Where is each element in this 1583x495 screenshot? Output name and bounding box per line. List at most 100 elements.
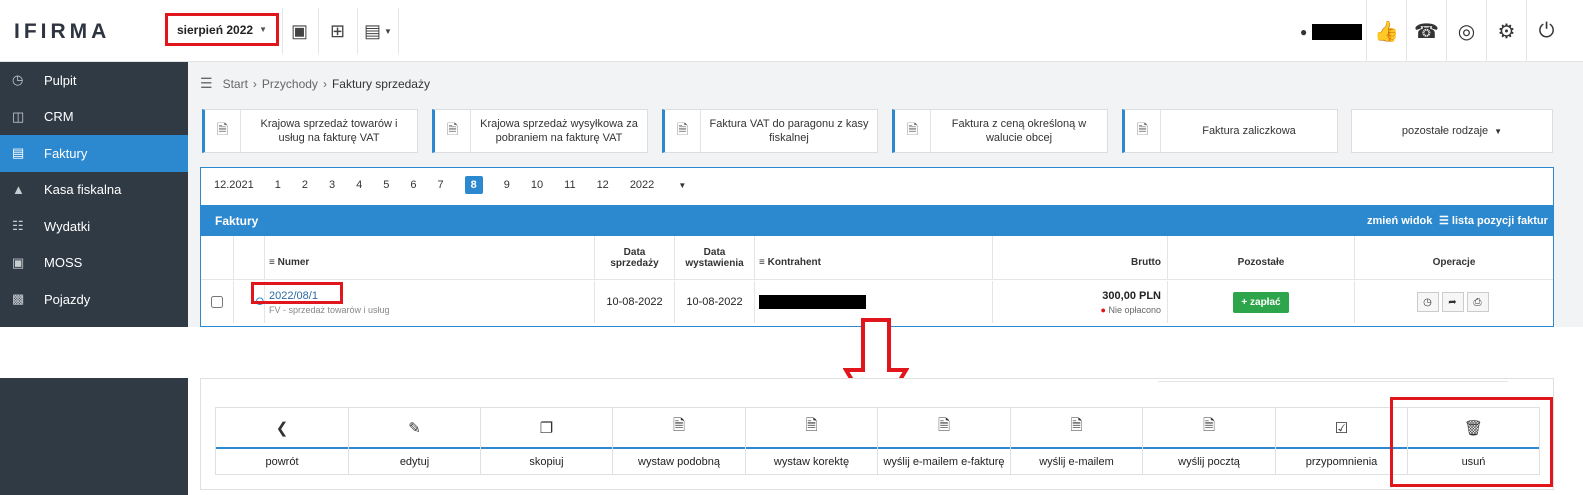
month-filter-item[interactable]: 3	[329, 179, 335, 191]
sidebar-lower-fragment	[0, 378, 188, 495]
sidebar-item-crm[interactable]: ◫ CRM	[0, 99, 188, 136]
month-filter-item[interactable]: 6	[410, 179, 416, 191]
change-view-link[interactable]: zmień widok	[1367, 215, 1432, 227]
month-filter-item[interactable]: 1	[275, 179, 281, 191]
header-data-wystawienia[interactable]: Data wystawienia	[675, 236, 755, 280]
breadcrumb-start[interactable]: Start	[223, 77, 248, 91]
sidebar-item-label: Pulpit	[44, 72, 77, 88]
doc-type-krajowa-sprzedaz[interactable]: 🗎 Krajowa sprzedaż towarów i usług na fa…	[202, 109, 418, 153]
doc-type-sprzedaz-wysylkowa[interactable]: 🗎 Krajowa sprzedaż wysyłkowa za pobranie…	[432, 109, 648, 153]
caret-down-icon: ▼	[1494, 126, 1503, 136]
ifirma-logo[interactable]: IFIRMA	[14, 20, 110, 44]
header-pozostale: Pozostałe	[1168, 236, 1355, 280]
dashboard-icon: ◷	[12, 72, 24, 88]
user-menu[interactable]: ●	[1300, 24, 1363, 40]
edit-icon: ✎	[349, 408, 480, 449]
sidebar-item-moss[interactable]: ▣ MOSS	[0, 245, 188, 282]
row-checkbox[interactable]	[211, 296, 223, 308]
item-list-label: lista pozycji faktur	[1451, 215, 1548, 227]
doc-type-faktura-zaliczkowa[interactable]: 🗎 Faktura zaliczkowa	[1122, 109, 1338, 153]
doc-type-waluta-obca[interactable]: 🗎 Faktura z ceną określoną w walucie obc…	[892, 109, 1108, 153]
redacted-contractor	[759, 295, 866, 309]
new-document-icon: 🗎	[435, 110, 471, 152]
breadcrumb-przychody[interactable]: Przychody	[262, 77, 318, 91]
action-label: edytuj	[399, 455, 430, 468]
month-selector-label: sierpień 2022	[177, 22, 254, 37]
month-filter-item[interactable]: 12.2021	[214, 179, 254, 191]
year-dropdown[interactable]: 2022 ▼	[630, 179, 707, 191]
logo-text: IFIRMA	[14, 20, 111, 43]
calculator-button[interactable]: ▣	[282, 8, 316, 54]
thumbs-up-button[interactable]: 👍	[1366, 0, 1406, 62]
lifebuoy-icon: ◎	[1457, 20, 1476, 43]
header-brutto: Brutto	[993, 236, 1168, 280]
row-kontrahent	[755, 281, 993, 323]
invoice-icon: ▤	[12, 145, 25, 161]
payment-status: ● Nie opłacono	[1101, 305, 1161, 315]
back-action[interactable]: ❮ powrót	[215, 407, 349, 475]
month-filter-item[interactable]: 5	[383, 179, 389, 191]
copy-action[interactable]: ❐ skopiuj	[480, 407, 613, 475]
month-filter-item[interactable]: 12	[597, 179, 609, 191]
print-button[interactable]: ⎙	[1466, 292, 1489, 312]
caret-down-icon: ▼	[678, 181, 687, 190]
email-action[interactable]: 🗎 wyślij e-mailem	[1010, 407, 1143, 475]
top-bar: IFIRMA sierpień 2022 ▼ ▣ ⊞ ▤ ▼ ● 👍 ☎ ◎ ⚙ …	[0, 0, 1583, 62]
month-filter-item[interactable]: 7	[438, 179, 444, 191]
header-kontrahent[interactable]: ≡ Kontrahent	[755, 236, 993, 280]
e-invoice-action[interactable]: 🗎 wyślij e-mailem e-fakturę	[877, 407, 1011, 475]
gear-icon: ⚙	[1497, 20, 1516, 43]
month-selector[interactable]: sierpień 2022 ▼	[165, 13, 279, 46]
action-label: wyślij e-mailem e-fakturę	[883, 455, 1005, 468]
logout-button[interactable]: ⏻	[1526, 0, 1566, 62]
settings-button[interactable]: ⚙	[1486, 0, 1526, 62]
sidebar-item-wydatki[interactable]: ☷ Wydatki	[0, 208, 188, 245]
month-filter-item[interactable]: 9	[504, 179, 510, 191]
menu-toggle-icon[interactable]: ☰	[200, 75, 213, 92]
sidebar-item-pojazdy[interactable]: ▩ Pojazdy	[0, 281, 188, 318]
similar-action[interactable]: 🗎 wystaw podobną	[612, 407, 746, 475]
back-icon: ❮	[216, 408, 348, 449]
action-label: przypomnienia	[1305, 455, 1378, 468]
item-list-link[interactable]: ☰ lista pozycji faktur	[1439, 214, 1548, 227]
thumbs-up-icon: 👍	[1374, 20, 1399, 43]
sidebar-item-faktury[interactable]: ▤ Faktury	[0, 135, 188, 172]
history-button[interactable]: ◷	[1416, 292, 1439, 312]
row-data-wystawienia: 10-08-2022	[675, 281, 755, 323]
month-filter-item[interactable]: 10	[531, 179, 543, 191]
month-filter-item[interactable]: 2	[302, 179, 308, 191]
year-label: 2022	[629, 179, 655, 191]
sidebar-item-kasa-fiskalna[interactable]: ▲ Kasa fiskalna	[0, 172, 188, 209]
header-numer[interactable]: ≡ Numer	[265, 236, 595, 280]
reminder-icon: ☑	[1276, 408, 1407, 449]
other-types-dropdown[interactable]: pozostałe rodzaje ▼	[1351, 109, 1553, 153]
correction-action[interactable]: 🗎 wystaw korektę	[745, 407, 878, 475]
help-button[interactable]: ◎	[1446, 0, 1486, 62]
user-icon: ●	[1300, 25, 1308, 39]
doc-type-label: Faktura z ceną określoną w walucie obcej	[951, 118, 1087, 144]
post-action[interactable]: 🗎 wyślij pocztą	[1142, 407, 1276, 475]
add-document-icon: ⊞	[329, 20, 346, 41]
car-icon: ▩	[12, 291, 25, 307]
e-invoice-icon: 🗎	[878, 408, 1010, 449]
share-icon: ➦	[1448, 296, 1457, 308]
sort-icon: ≡	[269, 257, 278, 268]
edit-action[interactable]: ✎ edytuj	[348, 407, 481, 475]
documents-menu-button[interactable]: ▤ ▼	[357, 8, 399, 54]
header-data-sprzedazy[interactable]: Data sprzedaży	[595, 236, 675, 280]
share-button[interactable]: ➦	[1441, 292, 1464, 312]
add-document-button[interactable]: ⊞	[318, 8, 356, 54]
month-filter-item[interactable]: 11	[564, 179, 575, 191]
header-numer-label: Numer	[277, 257, 310, 268]
pay-button[interactable]: + zapłać	[1233, 291, 1289, 313]
month-filter-item-active[interactable]: 8	[464, 176, 483, 194]
reminders-action[interactable]: ☑ przypomnienia	[1275, 407, 1408, 475]
doc-type-faktura-do-paragonu[interactable]: 🗎 Faktura VAT do paragonu z kasy fiskaln…	[662, 109, 878, 153]
phone-button[interactable]: ☎	[1406, 0, 1446, 62]
sidebar-item-label: Wydatki	[44, 218, 91, 234]
sidebar-item-pulpit[interactable]: ◷ Pulpit	[0, 62, 188, 99]
month-filter-item[interactable]: 4	[356, 179, 362, 191]
list-doc-icon: ▤	[364, 20, 382, 41]
action-label: powrót	[265, 455, 299, 468]
redacted-user-name	[1312, 24, 1363, 40]
